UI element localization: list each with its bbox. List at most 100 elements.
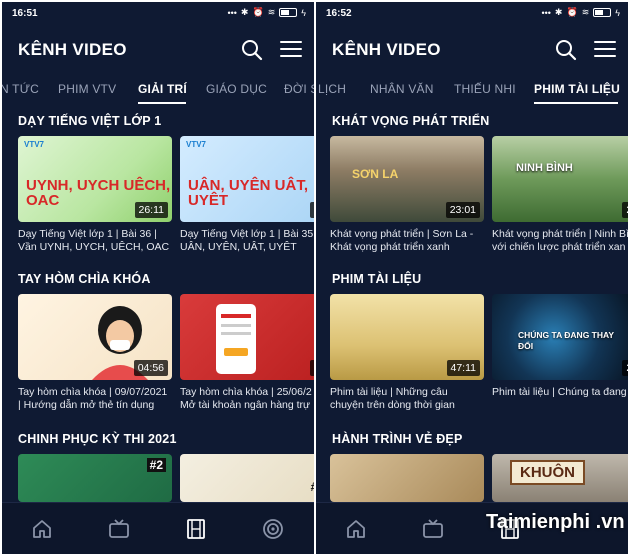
tab-tin-tuc[interactable]: N TỨC [2, 82, 39, 96]
video-card[interactable]: SƠN LA 23:01 Khát vọng phát triển | Sơn … [330, 136, 484, 254]
battery-icon [279, 8, 298, 17]
signal-dots-icon: ••• [227, 7, 237, 18]
phone-illustration [216, 304, 256, 374]
tab-lich-su[interactable]: LỊCH [318, 82, 346, 96]
phone-screen-right: 16:52 ••• ✱ ⏰ ≋ ϟ KÊNH VIDEO LỊCH NHÂN V… [316, 2, 628, 554]
alarm-icon: ⏰ [566, 7, 578, 17]
video-card[interactable]: VTV7 UYNH, UYCH UÊCH, OAC 26:11 Dạy Tiến… [18, 136, 172, 254]
menu-icon[interactable] [280, 41, 302, 59]
charging-icon: ϟ [615, 7, 620, 18]
video-thumbnail: #1 [180, 454, 314, 502]
section-title: DẠY TIẾNG VIỆT LỚP 1 [18, 114, 162, 128]
alarm-icon: ⏰ [252, 7, 264, 17]
section-title: TAY HÒM CHÌA KHÓA [18, 272, 151, 286]
video-thumbnail [330, 454, 484, 502]
thumbnail-text: UÂN, UYÊN UÂT, UYÊT [188, 177, 309, 209]
section-title: HÀNH TRÌNH VẺ ĐẸP [332, 432, 463, 446]
video-thumbnail: 04 [180, 294, 314, 380]
vtv7-logo: VTV7 [186, 140, 207, 149]
video-thumbnail: NINH BÌNH 26 [492, 136, 628, 222]
video-card[interactable] [330, 454, 484, 502]
video-card[interactable]: VTV7 UÂN, UYÊN UÂT, UYÊT 26 Dạy Tiếng Vi… [180, 136, 314, 254]
video-card[interactable]: 47:11 Phim tài liệu | Những câu chuyện t… [330, 294, 484, 412]
bottom-navigation [2, 502, 314, 554]
video-duration: 23:01 [445, 202, 480, 218]
video-caption: Dạy Tiếng Việt lớp 1 | Bài 35 | UÂN, UYÊ… [180, 228, 314, 253]
bluetooth-icon: ✱ [554, 7, 563, 17]
status-time: 16:52 [326, 8, 352, 19]
radio-icon[interactable] [262, 518, 284, 540]
watermark: Taimienphi .vn [486, 511, 625, 533]
video-caption: Khát vọng phát triển | Ninh Bìn với chiế… [492, 228, 628, 253]
charging-icon: ϟ [301, 7, 306, 18]
tab-doi-song[interactable]: ĐỜI S [284, 82, 314, 96]
thumbnail-text: NINH BÌNH [516, 162, 573, 174]
video-duration: 26 [622, 360, 628, 376]
video-caption: Khát vọng phát triển | Sơn La - Khát vọn… [330, 228, 474, 253]
status-icons: ••• ✱ ⏰ ≋ ϟ [541, 7, 620, 18]
video-duration: 47:11 [446, 360, 480, 376]
home-icon[interactable] [31, 518, 53, 540]
video-card[interactable]: 04 Tay hòm chìa khóa | 25/06/2 | Mở tài … [180, 294, 314, 412]
thumbnail-text: CHÚNG TA ĐANG THAY ĐỔI [518, 330, 614, 351]
battery-icon [593, 8, 612, 17]
tab-phim-vtv[interactable]: PHIM VTV [58, 82, 116, 96]
video-card[interactable]: CHÚNG TA ĐANG THAY ĐỔI 26 Phim tài liệu … [492, 294, 628, 399]
video-duration: 26 [622, 202, 628, 218]
video-duration: 04 [310, 360, 314, 376]
app-bar: KÊNH VIDEO [316, 30, 628, 70]
status-bar: 16:51 ••• ✱ ⏰ ≋ ϟ [2, 2, 314, 24]
tab-phim-tai-lieu[interactable]: PHIM TÀI LIỆU [534, 82, 620, 96]
category-tabs: LỊCH NHÂN VĂN THIẾU NHI PHIM TÀI LIỆU [316, 78, 628, 104]
video-card[interactable]: #2 [18, 454, 172, 502]
video-thumbnail: KHUÔN [492, 454, 628, 502]
video-thumbnail: VTV7 UYNH, UYCH UÊCH, OAC 26:11 [18, 136, 172, 222]
video-thumbnail: 04:56 [18, 294, 172, 380]
page-title: KÊNH VIDEO [332, 40, 441, 59]
tab-giai-tri[interactable]: GIẢI TRÍ [138, 82, 187, 96]
video-duration: 26:11 [134, 202, 168, 218]
home-icon[interactable] [345, 518, 367, 540]
tab-nhan-van[interactable]: NHÂN VĂN [370, 82, 434, 96]
category-tabs: N TỨC PHIM VTV GIẢI TRÍ GIÁO DỤC ĐỜI S [2, 78, 314, 104]
search-icon[interactable] [240, 38, 264, 62]
video-thumbnail: CHÚNG TA ĐANG THAY ĐỔI 26 [492, 294, 628, 380]
vtv7-logo: VTV7 [24, 140, 45, 149]
tv-icon[interactable] [422, 518, 444, 540]
thumbnail-text: SƠN LA [352, 167, 399, 181]
film-icon[interactable] [185, 518, 207, 540]
wifi-icon: ≋ [581, 7, 590, 17]
tv-icon[interactable] [108, 518, 130, 540]
video-thumbnail: VTV7 UÂN, UYÊN UÂT, UYÊT 26 [180, 136, 314, 222]
section-title: KHÁT VỌNG PHÁT TRIỂN [332, 114, 490, 128]
bluetooth-icon: ✱ [240, 7, 249, 17]
episode-badge: #1 [311, 480, 314, 494]
tab-thieu-nhi[interactable]: THIẾU NHI [454, 82, 516, 96]
wifi-icon: ≋ [267, 7, 276, 17]
video-caption: Phim tài liệu | Những câu chuyện trên dò… [330, 386, 455, 411]
video-card[interactable]: #1 [180, 454, 314, 502]
video-card[interactable]: NINH BÌNH 26 Khát vọng phát triển | Ninh… [492, 136, 628, 254]
menu-icon[interactable] [594, 41, 616, 59]
episode-badge: #2 [146, 458, 166, 472]
video-caption: Tay hòm chìa khóa | 09/07/2021 | Hướng d… [18, 386, 168, 411]
status-bar: 16:52 ••• ✱ ⏰ ≋ ϟ [316, 2, 628, 24]
video-thumbnail: SƠN LA 23:01 [330, 136, 484, 222]
search-icon[interactable] [554, 38, 578, 62]
video-card[interactable]: 04:56 Tay hòm chìa khóa | 09/07/2021 | H… [18, 294, 172, 412]
tab-giao-duc[interactable]: GIÁO DỤC [206, 82, 267, 96]
shop-sign: KHUÔN [510, 460, 585, 485]
active-tab-indicator [138, 102, 186, 104]
bottom-navigation: Taimienphi .vn [316, 502, 628, 554]
video-duration: 26 [310, 202, 314, 218]
section-title: PHIM TÀI LIỆU [332, 272, 422, 286]
video-card[interactable]: KHUÔN [492, 454, 628, 502]
section-title: CHINH PHỤC KỲ THI 2021 [18, 432, 177, 446]
status-time: 16:51 [12, 8, 38, 19]
signal-dots-icon: ••• [541, 7, 551, 18]
video-thumbnail: #2 [18, 454, 172, 502]
status-icons: ••• ✱ ⏰ ≋ ϟ [227, 7, 306, 18]
video-caption: Phim tài liệu | Chúng ta đang [492, 386, 627, 398]
video-caption: Dạy Tiếng Việt lớp 1 | Bài 36 | Vần UYNH… [18, 228, 170, 253]
page-title: KÊNH VIDEO [18, 40, 127, 59]
